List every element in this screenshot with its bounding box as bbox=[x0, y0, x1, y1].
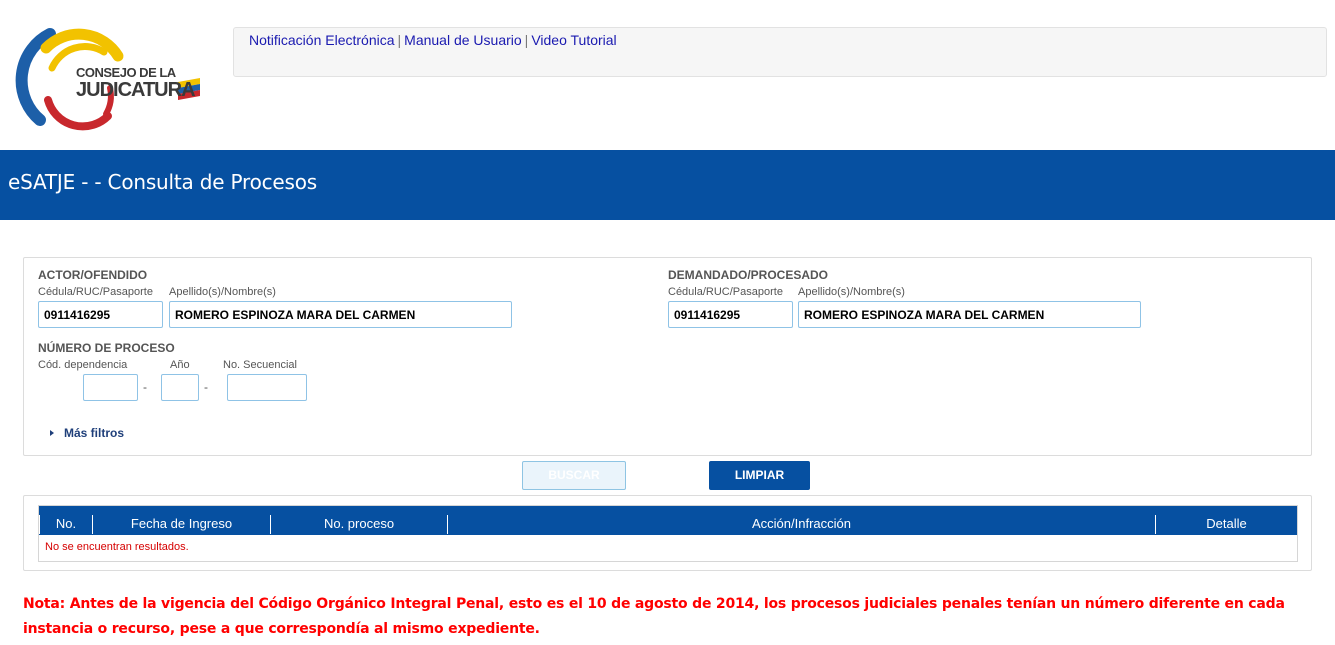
link-separator: | bbox=[397, 32, 402, 48]
more-filters-toggle[interactable]: Más filtros bbox=[50, 426, 124, 440]
link-notificacion-electronica[interactable]: Notificación Electrónica bbox=[249, 32, 395, 48]
empty-results-message: No se encuentran resultados. bbox=[45, 541, 189, 553]
link-video-tutorial[interactable]: Video Tutorial bbox=[531, 32, 616, 48]
column-header-detalle: Detalle bbox=[1155, 515, 1297, 534]
more-filters-label: Más filtros bbox=[64, 426, 125, 440]
legal-note: Nota: Antes de la vigencia del Código Or… bbox=[23, 596, 1285, 637]
search-panel: ACTOR/OFENDIDO Cédula/RUC/Pasaporte Apel… bbox=[23, 257, 1312, 456]
demandado-section-title: DEMANDADO/PROCESADO bbox=[668, 268, 829, 282]
proceso-section-title: NÚMERO DE PROCESO bbox=[38, 341, 175, 355]
link-separator: | bbox=[524, 32, 529, 48]
results-table: No. Fecha de Ingreso No. proceso Acción/… bbox=[38, 505, 1298, 562]
caret-right-icon bbox=[50, 429, 54, 436]
demandado-name-input[interactable]: ROMERO ESPINOZA MARA DEL CARMEN bbox=[798, 301, 1141, 328]
search-button[interactable]: BUSCAR bbox=[522, 461, 626, 490]
actor-section-title: ACTOR/OFENDIDO bbox=[38, 268, 148, 282]
dependencia-input[interactable] bbox=[83, 374, 138, 401]
logo-text-line2: JUDICATURA bbox=[76, 79, 196, 101]
dash-separator: - bbox=[143, 380, 147, 394]
demandado-id-input[interactable]: 0911416295 bbox=[668, 301, 793, 328]
logo-text-line1: CONSEJO DE LA bbox=[76, 65, 176, 80]
consejo-judicatura-logo: CONSEJO DE LA JUDICATURA bbox=[6, 12, 206, 138]
actor-name-input[interactable]: ROMERO ESPINOZA MARA DEL CARMEN bbox=[169, 301, 512, 328]
column-header-proceso: No. proceso bbox=[270, 515, 447, 534]
link-manual-usuario[interactable]: Manual de Usuario bbox=[404, 32, 522, 48]
page-title: eSATJE - - Consulta de Procesos bbox=[8, 170, 318, 194]
clear-button[interactable]: LIMPIAR bbox=[709, 461, 810, 490]
dash-separator: - bbox=[204, 380, 208, 394]
secuencial-input[interactable] bbox=[227, 374, 307, 401]
actor-id-input[interactable]: 0911416295 bbox=[38, 301, 163, 328]
demandado-name-label: Apellido(s)/Nombre(s) bbox=[798, 286, 905, 298]
column-header-fecha: Fecha de Ingreso bbox=[92, 515, 270, 534]
secuencial-label: No. Secuencial bbox=[223, 359, 297, 371]
year-label: Año bbox=[170, 359, 190, 371]
top-links-bar: Notificación Electrónica | Manual de Usuar… bbox=[233, 27, 1327, 77]
actor-name-label: Apellido(s)/Nombre(s) bbox=[169, 286, 276, 298]
year-input[interactable] bbox=[161, 374, 199, 401]
dependencia-label: Cód. dependencia bbox=[38, 359, 128, 371]
title-bar: eSATJE - - Consulta de Procesos bbox=[0, 150, 1335, 220]
column-header-accion: Acción/Infracción bbox=[447, 515, 1155, 534]
column-header-no: No. bbox=[39, 515, 92, 534]
actor-id-label: Cédula/RUC/Pasaporte bbox=[38, 286, 153, 298]
results-panel: No. Fecha de Ingreso No. proceso Acción/… bbox=[23, 495, 1312, 571]
demandado-id-label: Cédula/RUC/Pasaporte bbox=[668, 286, 783, 298]
